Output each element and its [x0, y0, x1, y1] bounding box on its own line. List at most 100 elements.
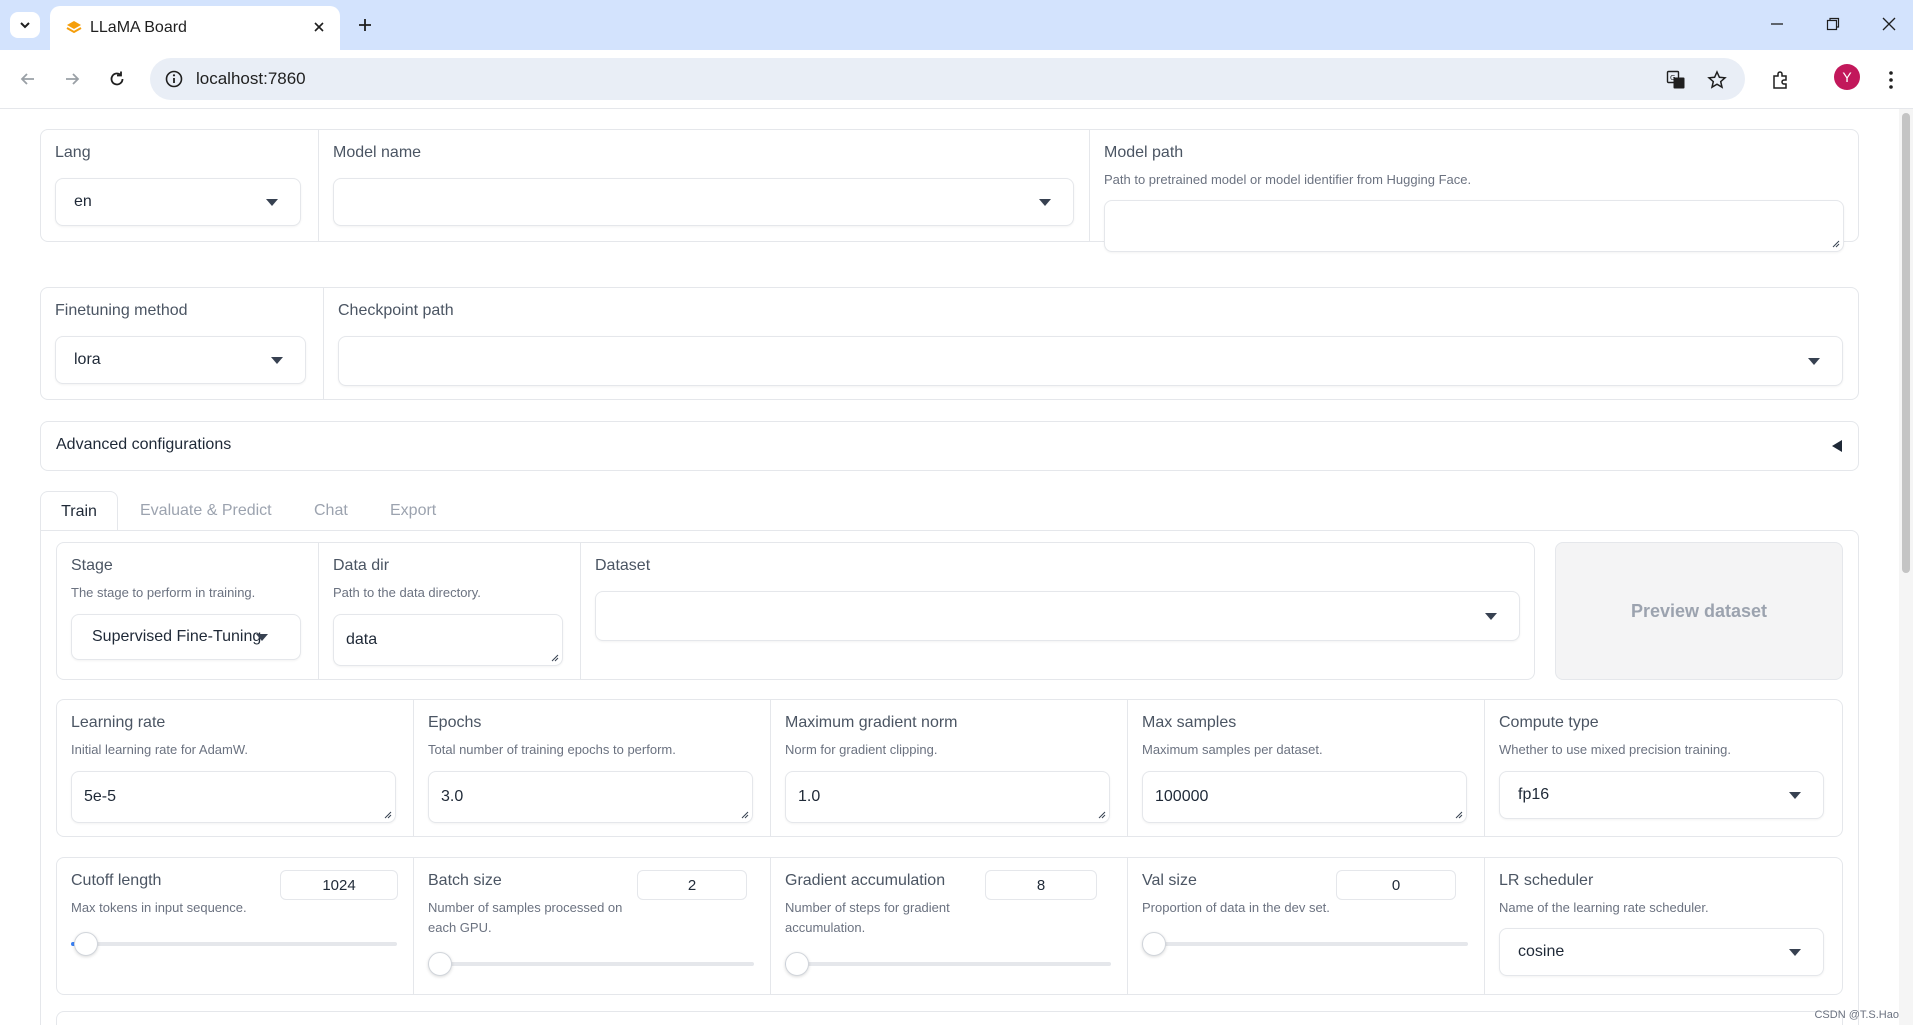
site-info-icon[interactable]: [164, 69, 184, 89]
main-tabs: Train Evaluate & Predict Chat Export: [40, 491, 1859, 531]
close-icon: [1882, 17, 1896, 31]
lang-dropdown[interactable]: en: [55, 178, 301, 226]
url-text[interactable]: localhost:7860: [196, 69, 306, 89]
model-path-input[interactable]: [1104, 200, 1844, 252]
lr-scheduler-block: LR scheduler Name of the learning rate s…: [1485, 858, 1842, 994]
resize-grip-icon[interactable]: [382, 809, 392, 819]
grad-accum-info: Number of steps for gradient accumulatio…: [785, 900, 950, 935]
translate-button[interactable]: G: [1665, 69, 1687, 91]
val-size-number[interactable]: 0: [1336, 870, 1456, 900]
minimize-button[interactable]: [1765, 12, 1789, 36]
puzzle-icon: [1773, 71, 1787, 89]
cutoff-length-info: Max tokens in input sequence.: [71, 900, 247, 915]
cutoff-length-number[interactable]: 1024: [280, 870, 398, 900]
tab-chat[interactable]: Chat: [314, 491, 348, 531]
max-samples-input[interactable]: 100000: [1142, 771, 1467, 823]
batch-size-block: Batch size 2 Number of samples processed…: [414, 858, 771, 994]
finetuning-label: Finetuning method: [55, 302, 188, 319]
resize-grip-icon[interactable]: [739, 809, 749, 819]
batch-size-value: 2: [687, 876, 697, 894]
hyperparams-panel: Learning rate Initial learning rate for …: [56, 699, 1843, 837]
cutoff-length-value: 1024: [322, 876, 356, 894]
max-samples-value: 100000: [1155, 788, 1209, 805]
dataset-dropdown[interactable]: [595, 591, 1520, 641]
translate-icon: G: [1666, 70, 1685, 89]
val-size-slider[interactable]: [1142, 932, 1468, 956]
reload-icon: [110, 71, 124, 86]
extensions-button[interactable]: [1770, 69, 1792, 91]
data-panel: Stage The stage to perform in training. …: [56, 542, 1535, 680]
back-button[interactable]: [14, 65, 42, 93]
scrollbar-thumb[interactable]: [1902, 113, 1910, 573]
val-size-value: 0: [1391, 876, 1401, 894]
finetuning-dropdown[interactable]: lora: [55, 336, 306, 384]
lang-block: Lang en: [41, 130, 319, 241]
bookmark-button[interactable]: [1706, 69, 1728, 91]
learning-rate-input[interactable]: 5e-5: [71, 771, 396, 823]
lr-scheduler-dropdown[interactable]: cosine: [1499, 928, 1824, 976]
tab-export[interactable]: Export: [390, 491, 436, 531]
preview-dataset-button[interactable]: Preview dataset: [1555, 542, 1843, 680]
new-tab-button[interactable]: [352, 12, 378, 38]
epochs-input[interactable]: 3.0: [428, 771, 753, 823]
browser-tab-bar: LLaMA Board: [0, 0, 1913, 50]
grad-accum-label: Gradient accumulation: [785, 872, 946, 889]
forward-button[interactable]: [58, 65, 86, 93]
tab-search-button[interactable]: [10, 12, 40, 38]
epochs-info: Total number of training epochs to perfo…: [428, 742, 676, 757]
stage-dropdown[interactable]: Supervised Fine-Tuning: [71, 614, 301, 660]
checkpoint-label: Checkpoint path: [338, 302, 454, 319]
val-size-info: Proportion of data in the dev set.: [1142, 900, 1330, 915]
lr-scheduler-info: Name of the learning rate scheduler.: [1499, 900, 1709, 915]
profile-avatar[interactable]: Y: [1834, 64, 1860, 90]
model-path-label: Model path: [1104, 144, 1184, 161]
compute-type-dropdown[interactable]: fp16: [1499, 771, 1824, 819]
checkpoint-dropdown[interactable]: [338, 336, 1843, 386]
tab-train[interactable]: Train: [40, 491, 118, 531]
checkpoint-block: Checkpoint path: [324, 288, 1858, 399]
epochs-block: Epochs Total number of training epochs t…: [414, 700, 771, 836]
batch-size-number[interactable]: 2: [637, 870, 747, 900]
data-dir-value: data: [346, 631, 378, 648]
browser-toolbar: localhost:7860 G Y: [0, 50, 1913, 108]
tab-evaluate-predict[interactable]: Evaluate & Predict: [140, 491, 272, 531]
batch-size-slider[interactable]: [428, 952, 754, 976]
slider-thumb[interactable]: [428, 952, 452, 976]
reload-button[interactable]: [103, 65, 131, 93]
page-scrollbar[interactable]: [1899, 109, 1913, 1025]
model-name-dropdown[interactable]: [333, 178, 1074, 226]
caret-down-icon: [266, 199, 278, 206]
learning-rate-value: 5e-5: [84, 788, 117, 805]
slider-thumb[interactable]: [1142, 932, 1166, 956]
advanced-config-label: Advanced configurations: [56, 436, 232, 453]
resize-grip-icon[interactable]: [1096, 809, 1106, 819]
slider-thumb[interactable]: [785, 952, 809, 976]
learning-rate-block: Learning rate Initial learning rate for …: [57, 700, 414, 836]
max-grad-norm-label: Maximum gradient norm: [785, 714, 958, 731]
resize-grip-icon[interactable]: [1830, 238, 1840, 248]
tab-close-button[interactable]: [308, 16, 330, 38]
stage-label: Stage: [71, 557, 113, 574]
slider-thumb[interactable]: [73, 932, 98, 956]
tab-export-label: Export: [390, 502, 437, 519]
close-icon: [314, 22, 324, 32]
val-size-block: Val size 0 Proportion of data in the dev…: [1128, 858, 1485, 994]
max-grad-norm-block: Maximum gradient norm Norm for gradient …: [771, 700, 1128, 836]
window-close-button[interactable]: [1877, 12, 1901, 36]
restore-button[interactable]: [1821, 12, 1845, 36]
resize-grip-icon[interactable]: [549, 652, 559, 662]
grad-accum-number[interactable]: 8: [985, 870, 1097, 900]
max-grad-norm-value: 1.0: [798, 788, 821, 805]
tab-chat-label: Chat: [314, 502, 348, 519]
lr-scheduler-value: cosine: [1518, 943, 1565, 960]
max-grad-norm-input[interactable]: 1.0: [785, 771, 1110, 823]
browser-menu-button[interactable]: [1880, 69, 1902, 91]
cutoff-length-slider[interactable]: [71, 932, 397, 956]
advanced-config-accordion[interactable]: Advanced configurations: [40, 421, 1859, 471]
resize-grip-icon[interactable]: [1453, 809, 1463, 819]
browser-tab[interactable]: LLaMA Board: [50, 6, 340, 50]
data-dir-input[interactable]: data: [333, 614, 563, 666]
caret-down-icon: [1789, 949, 1801, 956]
address-bar[interactable]: localhost:7860 G: [150, 58, 1745, 100]
grad-accum-slider[interactable]: [785, 952, 1111, 976]
